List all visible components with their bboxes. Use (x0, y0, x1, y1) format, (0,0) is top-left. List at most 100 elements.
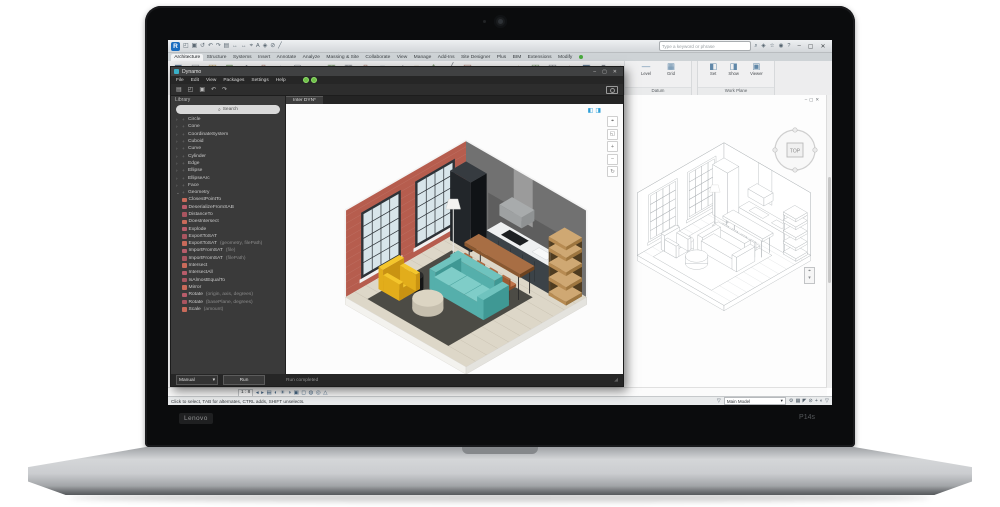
library-node-rotate[interactable]: Rotate(basePlane, degrees) (171, 298, 285, 305)
grid-button[interactable]: ▦Grid (667, 62, 675, 76)
tab-massing-site[interactable]: Massing & Site (323, 54, 362, 61)
exclude-icon[interactable]: ⊘ (808, 398, 812, 404)
section-icon[interactable]: ⊘ (269, 43, 276, 50)
crop-icon[interactable]: ▣ (294, 390, 299, 396)
orbit-icon[interactable]: ↻ (607, 166, 618, 177)
tab-insert[interactable]: Insert (255, 54, 274, 61)
library-node-importfromsat[interactable]: ImportFromSAT(filePath) (171, 255, 285, 262)
tab-manage[interactable]: Manage (410, 54, 434, 61)
library-category-edge[interactable]: ›+Edge (171, 160, 285, 167)
open-icon[interactable]: ◰ (182, 43, 189, 50)
menu-view[interactable]: View (206, 78, 216, 83)
tab-annotate[interactable]: Annotate (273, 54, 299, 61)
minimize-icon[interactable]: – (805, 97, 807, 103)
press-drag-icon[interactable]: + (815, 398, 818, 404)
undo-icon[interactable]: ↶ (211, 86, 216, 93)
library-node-mirror[interactable]: Mirror (171, 284, 285, 291)
library-node-explode[interactable]: Explode (171, 225, 285, 232)
library-node-exporttosat[interactable]: ExportToSAT(geometry, filePath) (171, 240, 285, 247)
resize-grip[interactable]: ◢ (614, 377, 618, 383)
library-category-face[interactable]: ›+Face (171, 182, 285, 189)
tab-modify[interactable]: Modify (555, 54, 576, 61)
tab-plus[interactable]: Plus (494, 54, 510, 61)
room-3d-preview[interactable] (310, 110, 622, 374)
tab-architecture[interactable]: Architecture (171, 54, 203, 61)
viewer-button[interactable]: ▣Viewer (750, 62, 763, 76)
open-icon[interactable]: ◰ (188, 86, 194, 93)
save-icon[interactable]: ▣ (190, 43, 197, 50)
text-icon[interactable]: A (255, 43, 261, 50)
sync-icon[interactable]: ↺ (199, 43, 206, 50)
design-options-icon[interactable]: ▦ (796, 398, 801, 404)
pan-icon[interactable]: ⌖ (607, 116, 618, 127)
close-icon[interactable]: ✕ (817, 43, 829, 50)
library-category-ellipse[interactable]: ›+Ellipse (171, 167, 285, 174)
tab-add-ins[interactable]: Add-Ins (435, 54, 458, 61)
next-icon[interactable]: ▸ (261, 390, 264, 396)
geometry-view-icon[interactable]: ◧ (588, 107, 594, 114)
help-icon[interactable]: ? (786, 43, 792, 50)
thin-lines-icon[interactable]: ╱ (277, 43, 283, 50)
filter-icon[interactable]: ▽ (717, 398, 721, 404)
filter-icon[interactable]: ▽ (825, 398, 829, 404)
print-icon[interactable]: ▤ (223, 43, 230, 50)
library-category-cone[interactable]: ›+Cone (171, 123, 285, 130)
shadows-icon[interactable]: ◑ (288, 390, 291, 396)
background-icon[interactable]: ◐ (820, 398, 823, 404)
library-node-distanceto[interactable]: DistanceTo (171, 211, 285, 218)
tab-extensions[interactable]: Extensions (524, 54, 554, 61)
new-icon[interactable]: ▤ (176, 86, 182, 93)
prev-icon[interactable]: ◂ (256, 390, 259, 396)
library-category-cylinder[interactable]: ›+Cylinder (171, 152, 285, 159)
library-category-curve[interactable]: ›+Curve (171, 145, 285, 152)
run-button[interactable]: Run (223, 375, 265, 385)
dimension-icon[interactable]: ↔ (240, 43, 248, 50)
library-category-geometry[interactable]: ⌄+Geometry (171, 189, 285, 196)
crop-visibility-icon[interactable]: ◻ (301, 390, 306, 396)
fit-icon[interactable]: ◱ (607, 129, 618, 140)
sun-path-icon[interactable]: ☀ (280, 390, 285, 396)
library-node-rotate[interactable]: Rotate(origin, axis, degrees) (171, 291, 285, 298)
dynamo-titlebar[interactable]: Dynamo –▢✕ (171, 67, 623, 76)
undo-icon[interactable]: ↶ (207, 43, 214, 50)
exchange-apps-icon[interactable]: ◈ (760, 43, 767, 50)
visual-style-icon[interactable]: ◐ (274, 390, 277, 396)
library-category-circle[interactable]: ›+Circle (171, 116, 285, 123)
library-node-intersectall[interactable]: IntersectAll (171, 269, 285, 276)
worksets-icon[interactable]: ⚙ (789, 398, 794, 404)
tab-analyze[interactable]: Analyze (299, 54, 323, 61)
library-node-exporttosat[interactable]: ExportToSAT (171, 233, 285, 240)
tab-site-designer[interactable]: Site Designer (458, 54, 494, 61)
tab-structure[interactable]: Structure (203, 54, 229, 61)
library-node-deserializefromsab[interactable]: DeserializeFromSAB (171, 204, 285, 211)
sign-in-icon[interactable]: ◉ (777, 43, 785, 50)
dynamo-canvas[interactable]: ◧◨ ⌖◱+−↻ (286, 104, 623, 374)
library-node-closestpointto[interactable]: ClosestPointTo (171, 196, 285, 203)
save-icon[interactable]: ▣ (199, 86, 205, 93)
library-search-input[interactable]: ⌕ Search (176, 105, 280, 114)
library-node-doesintersect[interactable]: DoesIntersect (171, 218, 285, 225)
zoom-in-icon[interactable]: + (607, 141, 618, 152)
tab-systems[interactable]: Systems (230, 54, 255, 61)
library-category-ellipsearc[interactable]: ›+EllipseArc (171, 174, 285, 181)
viewcube-top-face[interactable]: TOP (790, 149, 801, 155)
maximize-icon[interactable]: ▢ (809, 97, 813, 103)
run-mode-select[interactable]: Manual▾ (176, 375, 218, 385)
dynamo-green-dot[interactable] (303, 77, 310, 84)
library-node-intersect[interactable]: Intersect (171, 262, 285, 269)
minimize-icon[interactable]: – (590, 69, 599, 75)
library-category-cuboid[interactable]: ›+Cuboid (171, 138, 285, 145)
level-button[interactable]: ―Level (641, 62, 651, 76)
zoom-out-icon[interactable]: − (607, 154, 618, 165)
tag-icon[interactable]: ⌖ (249, 43, 254, 50)
viewcube[interactable]: TOP (768, 123, 822, 177)
3d-view-icon[interactable]: ◈ (262, 43, 268, 50)
menu-settings[interactable]: Settings (251, 78, 268, 83)
library-node-importfromsat[interactable]: ImportFromSAT(file) (171, 247, 285, 254)
main-model-select[interactable]: Main Model▾ (724, 397, 786, 405)
reveal-hidden-icon[interactable]: ◎ (316, 390, 321, 396)
maximize-icon[interactable]: ▢ (804, 43, 817, 50)
library-category-coordinatesystem[interactable]: ›+CoordinateSystem (171, 131, 285, 138)
tab-bim[interactable]: BIM (509, 54, 524, 61)
redo-icon[interactable]: ↷ (215, 43, 222, 50)
